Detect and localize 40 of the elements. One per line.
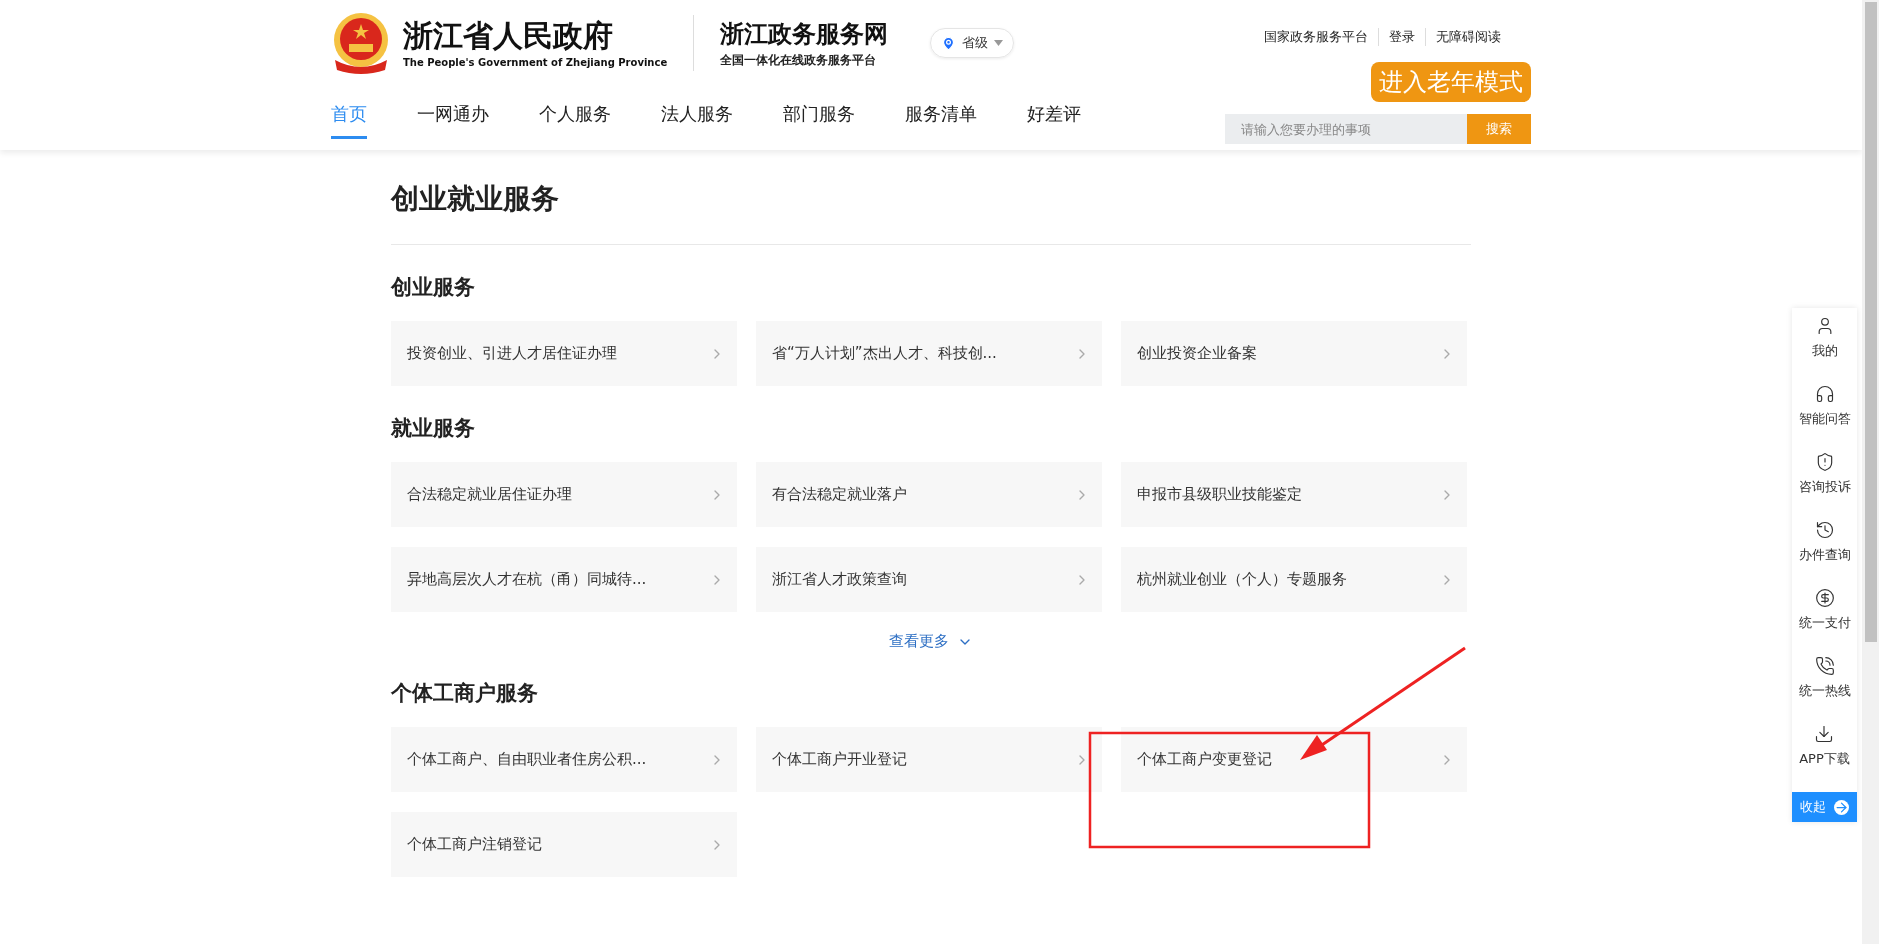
top-link[interactable]: 无障碍阅读: [1425, 28, 1511, 46]
nav-tab[interactable]: 首页: [331, 102, 367, 139]
service-card[interactable]: 投资创业、引进人才居住证办理: [391, 321, 737, 386]
nav-tab[interactable]: 部门服务: [783, 102, 855, 139]
page-title: 创业就业服务: [391, 180, 1471, 245]
service-card[interactable]: 省“万人计划”杰出人才、科技创...: [756, 321, 1102, 386]
section-title: 个体工商户服务: [391, 680, 539, 707]
top-link[interactable]: 国家政务服务平台: [1254, 28, 1378, 46]
sidebar-item[interactable]: 咨询投诉: [1798, 452, 1851, 520]
nav-tab[interactable]: 一网通办: [417, 102, 489, 139]
service-card[interactable]: 个体工商户、自由职业者住房公积...: [391, 727, 737, 792]
sidebar-item[interactable]: 智能问答: [1798, 384, 1851, 452]
service-card[interactable]: 合法稳定就业居住证办理: [391, 462, 737, 527]
site-name-english: The People's Government of Zhejiang Province: [403, 56, 668, 68]
service-card[interactable]: 个体工商户开业登记: [756, 727, 1102, 792]
service-card[interactable]: 异地高层次人才在杭（甬）同城待...: [391, 547, 737, 612]
service-card[interactable]: 个体工商户注销登记: [391, 812, 737, 877]
nav-tab[interactable]: 好差评: [1027, 102, 1081, 139]
portal-name: 浙江政务服务网: [720, 17, 889, 50]
site-name: 浙江省人民政府: [403, 18, 614, 53]
more-link[interactable]: 查看更多: [889, 632, 973, 651]
service-card[interactable]: 个体工商户变更登记: [1121, 727, 1467, 792]
nav-tab[interactable]: 法人服务: [661, 102, 733, 139]
service-card[interactable]: 有合法稳定就业落户: [756, 462, 1102, 527]
top-link[interactable]: 登录: [1378, 28, 1425, 46]
service-card[interactable]: 创业投资企业备案: [1121, 321, 1467, 386]
service-card[interactable]: 杭州就业创业（个人）专题服务: [1121, 547, 1467, 612]
section-title: 创业服务: [391, 274, 476, 301]
sidebar-item[interactable]: 统一支付: [1798, 588, 1851, 656]
service-card[interactable]: 浙江省人才政策查询: [756, 547, 1102, 612]
nav-tab[interactable]: 服务清单: [905, 102, 977, 139]
search-field[interactable]: 请输入您要办理的事项: [1225, 114, 1467, 144]
section-title: 就业服务: [391, 415, 476, 442]
portal-subtitle: 全国一体化在线政务服务平台: [720, 51, 878, 69]
nav-tab[interactable]: 个人服务: [539, 102, 611, 139]
service-card[interactable]: 申报市县级职业技能鉴定: [1121, 462, 1467, 527]
sidebar-item[interactable]: 办件查询: [1798, 520, 1851, 588]
sidebar-item[interactable]: 统一热线: [1798, 656, 1851, 724]
sidebar-item[interactable]: 我的: [1811, 316, 1838, 384]
sidebar-item[interactable]: APP下载: [1799, 724, 1850, 792]
